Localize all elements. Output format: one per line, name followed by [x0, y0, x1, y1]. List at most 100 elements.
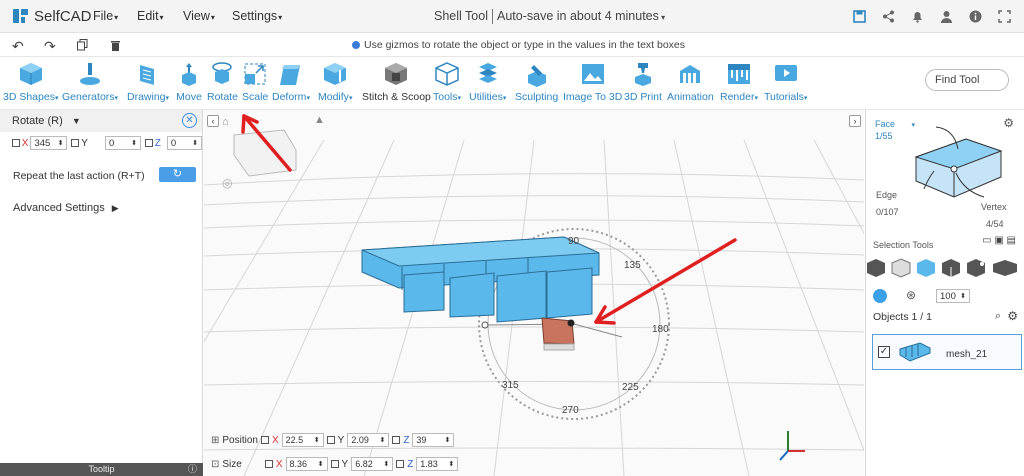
camera-icon[interactable]: ▲ [314, 114, 325, 126]
tool-drawing[interactable]: Drawing▾ [127, 61, 169, 103]
collapse-right-panel-icon[interactable]: › [849, 115, 861, 127]
select-region-icon[interactable] [991, 258, 1019, 278]
tool-scale[interactable]: Scale [242, 61, 268, 103]
home-view-icon[interactable]: ⌂ [222, 116, 229, 128]
select-vertex-icon[interactable] [966, 258, 986, 278]
tool-3d-shapes[interactable]: 3D Shapes▾ [3, 61, 58, 103]
collapse-left-panel-icon[interactable]: ‹ [207, 115, 219, 127]
brush-sphere-icon[interactable]: ⊛ [906, 288, 916, 302]
tool-animation[interactable]: Animation [667, 61, 714, 103]
info-icon[interactable] [967, 8, 983, 24]
tool-image-to-3d[interactable]: Image To 3D [563, 61, 622, 103]
find-tool-search[interactable]: Find Tool [925, 69, 1009, 91]
redo-icon[interactable]: ↷ [44, 38, 56, 55]
tooltip-bar[interactable]: Tooltip ⓘ [0, 463, 203, 476]
tool-deform[interactable]: Deform▾ [272, 61, 310, 103]
top-bar: SelfCAD File▾ Edit▾ View▾ Settings▾ Shel… [0, 0, 1024, 33]
tool-sculpting[interactable]: Sculpting [515, 61, 558, 103]
tool-generators[interactable]: Generators▾ [62, 61, 118, 103]
select-edge-icon[interactable] [941, 258, 961, 278]
tool-modify[interactable]: Modify▾ [318, 61, 352, 103]
size-y-checkbox[interactable] [330, 460, 339, 468]
tool-tutorials[interactable]: Tutorials▾ [764, 61, 807, 103]
menu-edit[interactable]: Edit▾ [137, 9, 164, 23]
copy-icon[interactable] [77, 38, 88, 54]
fullscreen-icon[interactable] [996, 8, 1012, 24]
size-y-input[interactable]: 6.82 ⬍ [351, 457, 394, 471]
objects-search-icon[interactable]: ⌕ [995, 310, 1001, 323]
rotate-y-input[interactable]: 0 ⬍ [104, 136, 141, 150]
animation-icon [680, 65, 701, 83]
tool-move[interactable]: Move [176, 61, 202, 103]
position-x-input[interactable]: 22.5 ⬍ [281, 433, 324, 447]
rotation-inputs: X 345 ⬍ Y 0 ⬍ Z 0 ⬍ [0, 132, 202, 150]
brush-circle-icon[interactable] [873, 289, 887, 303]
collapse-caret-icon[interactable]: ▼ [72, 116, 81, 126]
panel-header: Rotate (R) ▼ ✕ [0, 110, 202, 132]
select-object-icon[interactable] [866, 258, 886, 278]
position-z-input[interactable]: 39 ⬍ [412, 433, 455, 447]
menu-view[interactable]: View▾ [183, 9, 215, 23]
size-x-input[interactable]: 8.36 ⬍ [285, 457, 328, 471]
pos-x-checkbox[interactable] [260, 436, 269, 444]
brush-size-input[interactable]: 100 ⬍ [936, 289, 970, 303]
selection-tools-label: Selection Tools [873, 240, 934, 250]
selection-preview-cube[interactable] [906, 125, 1016, 205]
advanced-settings-toggle[interactable]: Advanced Settings ▶ [13, 202, 119, 214]
tool-3d-print[interactable]: 3D Print [624, 61, 662, 103]
hint-text: Use gizmos to rotate the object or type … [352, 39, 685, 51]
3d-viewport[interactable]: 90 135 180 225 270 315 ‹ › ⌂ ▲ ◎ [204, 110, 864, 476]
printer-icon [634, 63, 651, 86]
pos-y-checkbox[interactable] [326, 436, 335, 444]
tool-stitch-scoop[interactable]: Stitch & Scoop [362, 61, 431, 103]
selection-options-icons[interactable]: ▭ ▣ ▤ [982, 235, 1016, 246]
rotate-icon [212, 62, 233, 84]
repeat-action-button[interactable]: ↻ [159, 167, 196, 182]
pos-z-checkbox[interactable] [392, 436, 401, 444]
cube-icon [19, 63, 42, 85]
tool-rotate[interactable]: Rotate [207, 61, 238, 103]
tool-render[interactable]: Render▾ [720, 61, 758, 103]
position-y-input[interactable]: 2.09 ⬍ [347, 433, 390, 447]
select-face-icon[interactable] [916, 258, 936, 278]
tool-utilities[interactable]: Utilities▾ [469, 61, 506, 103]
dial-label-270: 270 [562, 405, 579, 416]
save-icon[interactable] [851, 8, 867, 24]
tool-tools[interactable]: Tools▾ [433, 61, 461, 103]
selfcad-logo[interactable]: SelfCAD [12, 7, 92, 25]
z-label: Z [154, 137, 161, 149]
delete-icon[interactable] [110, 38, 121, 54]
size-z-checkbox[interactable] [396, 460, 405, 468]
share-icon[interactable] [880, 8, 896, 24]
face-count: 1/55 [875, 131, 893, 141]
mini-view-cube [233, 129, 297, 177]
notification-bell-icon[interactable] [909, 8, 925, 24]
user-icon[interactable] [938, 8, 954, 24]
object-list-item[interactable]: ✓ mesh_21 [872, 334, 1022, 370]
objects-settings-icon[interactable]: ⚙ [1007, 309, 1018, 323]
rotate-z-input[interactable]: 0 ⬍ [166, 136, 202, 150]
y-checkbox[interactable] [71, 139, 80, 147]
menu-file[interactable]: File▾ [93, 9, 118, 23]
document-title[interactable]: Shell Tool Auto-save in about 4 minutes ▾ [434, 9, 665, 25]
menu-settings[interactable]: Settings▾ [232, 9, 282, 23]
utilities-icon [478, 63, 497, 83]
x-checkbox[interactable] [12, 139, 20, 147]
size-x-checkbox[interactable] [264, 460, 273, 468]
close-panel-icon[interactable]: ✕ [182, 113, 197, 128]
dial-label-225: 225 [622, 382, 639, 393]
logo-icon [13, 9, 28, 23]
view-globe-icon[interactable]: ◎ [222, 176, 232, 190]
axis-helper-icon [779, 431, 805, 461]
rotate-x-input[interactable]: 345 ⬍ [30, 136, 68, 150]
object-visibility-checkbox[interactable]: ✓ [878, 346, 890, 358]
size-label: Size [222, 458, 242, 470]
dial-label-90: 90 [568, 236, 580, 247]
undo-icon[interactable]: ↶ [12, 38, 24, 55]
y-label: Y [81, 137, 88, 149]
select-wireframe-icon[interactable] [891, 258, 911, 278]
size-z-input[interactable]: 1.83 ⬍ [416, 457, 459, 471]
z-checkbox[interactable] [145, 139, 153, 147]
dial-label-135: 135 [624, 260, 641, 271]
object-name: mesh_21 [946, 349, 988, 360]
